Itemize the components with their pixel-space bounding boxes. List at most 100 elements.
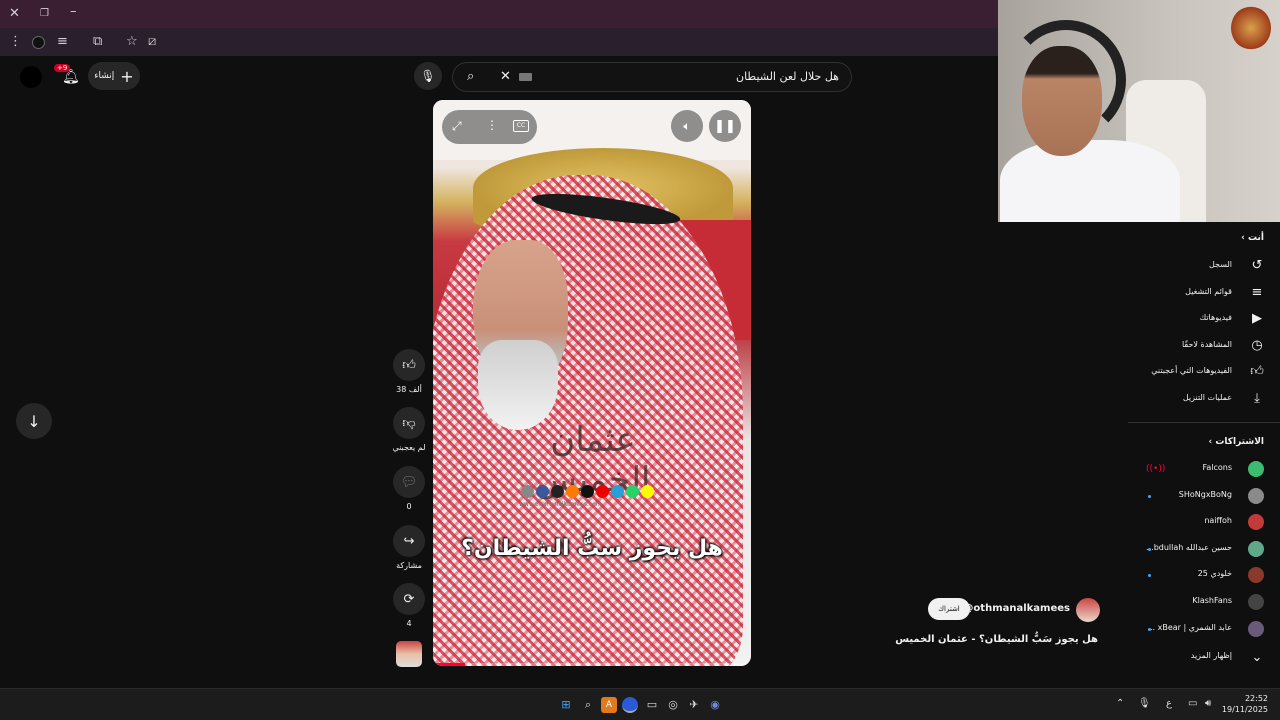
player-controls-pill: ⤢ ⋮ CC xyxy=(442,110,537,144)
tray-microphone-icon[interactable]: 🎙︎ xyxy=(1138,698,1151,709)
dislike-button[interactable]: 👎︎ xyxy=(393,407,425,439)
subscription-item[interactable]: حسين عبدالله bdullah... xyxy=(1128,536,1280,562)
new-content-dot xyxy=(1148,547,1151,551)
like-action: 👍︎ 38 ألف xyxy=(390,349,428,394)
sidebar-item[interactable]: الفيديوهات التي أعجبتني 👍︎ xyxy=(1128,359,1280,385)
video-title[interactable]: هل يجوز سَبُّ الشيطان؟ - عثمان الخميس xyxy=(895,634,1098,645)
shorts-video-player[interactable]: ⤢ ⋮ CC 🔈︎ ❚❚ عثمان الخميس www.othmanalka… xyxy=(433,100,751,666)
windows-start-icon[interactable]: ⊞ xyxy=(558,697,574,713)
volume-icon: 🔈︎ xyxy=(683,118,691,133)
sidebar-divider xyxy=(1128,422,1280,423)
system-clock[interactable]: 22:52 19/11/2025 xyxy=(1222,693,1268,715)
x-icon xyxy=(551,485,564,498)
subscription-item[interactable]: خلودي 25 xyxy=(1128,562,1280,588)
menu-dots-icon[interactable]: ⋮ xyxy=(9,35,22,49)
discord-icon[interactable]: ◉ xyxy=(707,697,723,713)
search-icon[interactable]: ⌕ xyxy=(467,69,474,84)
fullscreen-icon[interactable]: ⤢ xyxy=(452,119,462,134)
like-button[interactable]: 👍︎ xyxy=(393,349,425,381)
like-count: 38 ألف xyxy=(396,385,422,394)
sidebar-item[interactable]: قوائم التشغيل ≡ xyxy=(1128,280,1280,306)
watch-later-icon: ◷ xyxy=(1251,337,1263,353)
tray-chevron-icon[interactable]: ⌃ xyxy=(1116,698,1124,709)
instagram-icon xyxy=(521,485,534,498)
share-button[interactable]: ↪︎ xyxy=(393,525,425,557)
media-control-icon[interactable]: ≡ xyxy=(57,35,68,49)
sidebar-item-label: فيديوهاتك xyxy=(1199,313,1232,323)
search-input[interactable]: هل حلال لعن الشيطان xyxy=(736,70,839,83)
profile-avatar-icon[interactable] xyxy=(32,36,45,49)
subscribe-button[interactable]: اشتراك xyxy=(928,598,970,620)
extensions-icon[interactable]: ⧉ xyxy=(93,35,102,49)
remix-button[interactable]: ⟳ xyxy=(393,583,425,615)
channel-handle[interactable]: @othmanalkamees xyxy=(963,603,1070,614)
network-icon[interactable]: ▭ xyxy=(1188,698,1197,709)
bookmark-star-icon[interactable]: ☆ xyxy=(126,35,138,49)
channel-avatar-icon xyxy=(1248,487,1264,504)
whatsapp-icon xyxy=(626,485,639,498)
website-watermark: www.othmanalkamees.com xyxy=(519,501,602,508)
steam-icon[interactable]: ✈︎ xyxy=(686,697,702,713)
subscription-label: naiffoh xyxy=(1204,516,1232,526)
video-progress-bar[interactable] xyxy=(433,663,751,666)
share-action: ↪︎ مشاركة xyxy=(390,525,428,570)
subscription-item[interactable]: Falcons ((•)) xyxy=(1128,456,1280,482)
soundcloud-icon xyxy=(566,485,579,498)
github-icon[interactable]: ◎ xyxy=(665,697,681,713)
chrome-icon[interactable] xyxy=(622,697,638,713)
subscription-label: KlashFans xyxy=(1192,596,1232,605)
webcam-headphones xyxy=(1006,20,1126,140)
you-section-header[interactable]: أنت › xyxy=(1241,233,1264,243)
subscription-label: حسين عبدالله bdullah... xyxy=(1146,542,1232,552)
live-indicator-icon: ((•)) xyxy=(1146,464,1166,474)
subscriptions-header[interactable]: الاشتراكات › xyxy=(1209,437,1265,447)
taskbar-app-icon[interactable]: ▭ xyxy=(644,697,660,713)
clock-date: 19/11/2025 xyxy=(1221,705,1268,714)
sidebar-item[interactable]: عمليات التنزيل ⤓ xyxy=(1128,386,1280,412)
pause-icon: ❚❚ xyxy=(714,118,736,134)
pause-button[interactable]: ❚❚ xyxy=(709,110,741,142)
plus-icon: + xyxy=(120,66,134,86)
sidebar-item[interactable]: المشاهدة لاحقًا ◷ xyxy=(1128,333,1280,359)
sound-thumbnail[interactable] xyxy=(396,641,422,667)
notifications-button[interactable]: 🔔︎ +9 xyxy=(54,64,80,88)
chevron-down-icon: ⌄ xyxy=(1251,650,1263,665)
subscription-item[interactable]: naiffoh xyxy=(1128,509,1280,535)
volume-tray-icon[interactable]: 🔊︎ xyxy=(1205,698,1211,709)
tab-search-icon[interactable]: ⧄ xyxy=(148,35,156,49)
channel-avatar-icon xyxy=(1248,540,1264,557)
subscription-item[interactable]: عابد الشمري | xBear ... xyxy=(1128,616,1280,642)
arrow-down-icon: ↓ xyxy=(27,411,41,431)
sidebar-item[interactable]: فيديوهاتك ▶ xyxy=(1128,306,1280,332)
account-avatar[interactable] xyxy=(20,66,42,88)
minimize-window-icon[interactable]: – xyxy=(70,5,77,19)
channel-avatar-icon xyxy=(1248,461,1264,477)
keyboard-language[interactable]: ع xyxy=(1166,698,1172,709)
taskbar-search-icon[interactable]: ⌕ xyxy=(580,697,596,713)
tiktok-icon xyxy=(581,485,594,498)
channel-avatar[interactable] xyxy=(1076,598,1100,622)
playlists-icon: ≡ xyxy=(1251,284,1263,300)
create-button[interactable]: إنشاء + xyxy=(88,62,140,90)
show-more-label: إظهار المزيد xyxy=(1190,651,1232,660)
show-more-button[interactable]: إظهار المزيد ⌄ xyxy=(1128,643,1280,669)
subscription-item[interactable]: SHoNgxBoNg xyxy=(1128,483,1280,509)
comments-button[interactable]: 💬︎ xyxy=(393,466,425,498)
close-window-icon[interactable]: ✕ xyxy=(9,7,20,21)
remix-icon: ⟳ xyxy=(403,591,415,607)
next-short-button[interactable]: ↓ xyxy=(16,403,52,439)
sidebar-item[interactable]: السجل ↺ xyxy=(1128,253,1280,279)
voice-search-button[interactable]: 🎙︎ xyxy=(414,62,442,90)
more-options-icon[interactable]: ⋮ xyxy=(486,118,498,132)
app-icon-a[interactable]: A xyxy=(601,697,617,713)
maximize-window-icon[interactable]: ❐ xyxy=(40,7,49,21)
comments-action: 💬︎ 0 xyxy=(390,466,428,511)
clear-search-icon[interactable]: ✕ xyxy=(500,69,511,84)
keyboard-icon[interactable] xyxy=(519,73,532,81)
social-icons-row xyxy=(521,485,654,498)
volume-button[interactable]: 🔈︎ xyxy=(671,110,703,142)
subscription-item[interactable]: KlashFans xyxy=(1128,589,1280,615)
search-box[interactable]: ⌕ ✕ هل حلال لعن الشيطان xyxy=(452,62,852,92)
captions-icon[interactable]: CC xyxy=(513,120,529,132)
sidebar-item-label: الفيديوهات التي أعجبتني xyxy=(1151,366,1232,376)
